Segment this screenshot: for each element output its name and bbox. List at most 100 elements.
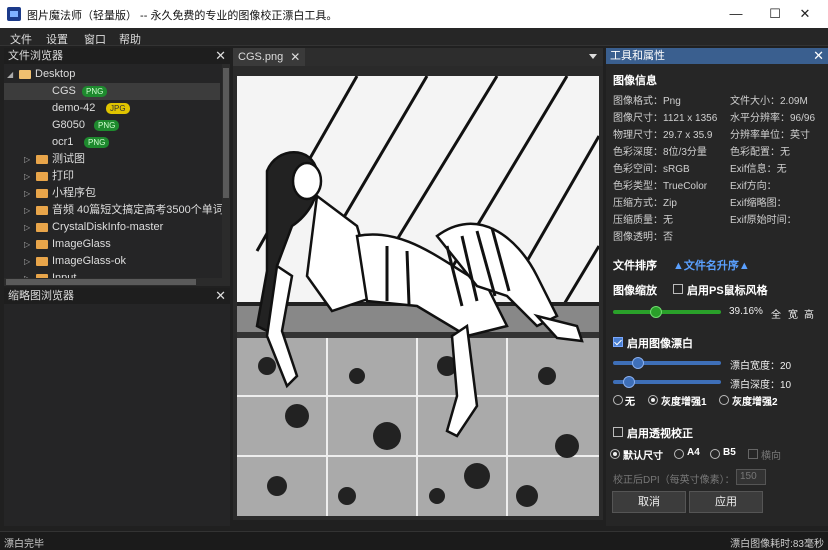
info-resolution: 水平分辨率：96/96 [730,113,816,124]
whiten-depth-label: 漂白深度：10 [730,380,792,391]
whiten-mode-gray1-label: 灰度增强1 [661,397,707,408]
size-a4-radio[interactable] [674,449,684,459]
size-default-radio[interactable] [610,449,620,459]
info-physical-size: 物理尺寸：29.7 x 35.9 [613,130,713,141]
close-icon[interactable]: ✕ [813,48,824,64]
dpi-input[interactable]: 150 [736,469,766,485]
whiten-width-slider[interactable] [613,361,721,365]
zoom-slider[interactable] [613,310,721,314]
close-tab-icon[interactable]: ✕ [290,48,300,66]
whiten-mode-none-label: 无 [625,397,635,408]
zoom-slider-thumb[interactable] [650,306,663,318]
whiten-mode-gray2-radio[interactable] [719,395,729,405]
enable-whiten-checkbox[interactable] [613,337,623,347]
file-browser-panel: 文件浏览器 ✕ ◢ Desktop CGS PNG demo-42 JPG G8… [4,48,230,286]
tree-folder[interactable]: ▷ 打印 [4,168,220,185]
chevron-right-icon[interactable]: ▷ [24,270,30,278]
title-bar: 图片魔法师（轻量版） -- 永久免费的专业的图像校正漂白工具。 — ☐ ✕ [0,0,828,28]
folder-icon [36,172,48,181]
tree-label: CrystalDiskInfo-master [52,221,164,233]
status-message: 漂白完毕 [4,539,44,550]
chevron-right-icon[interactable]: ▷ [24,151,30,168]
menu-settings[interactable]: 设置 [46,31,68,47]
file-name: ocr1 [52,136,74,148]
menu-window[interactable]: 窗口 [84,31,106,47]
file-name: demo-42 [52,102,96,114]
zoom-fit-full[interactable]: 全 [771,306,781,321]
size-b5-radio[interactable] [710,449,720,459]
folder-icon [36,240,48,249]
close-window-button[interactable]: ✕ [782,0,828,28]
chevron-right-icon[interactable]: ▷ [24,168,30,185]
sort-order-link[interactable]: ▲文件名升序▲ [673,257,750,273]
tree-folder[interactable]: ▷ Input [4,270,220,278]
tree-label: ImageGlass [52,238,111,250]
zoom-fit-width[interactable]: 宽 [788,306,798,321]
tree-file-cgs[interactable]: CGS PNG [4,83,220,100]
whiten-width-thumb[interactable] [632,357,645,369]
whitened-image [237,76,599,516]
scrollbar-thumb[interactable] [6,279,196,285]
chevron-right-icon[interactable]: ▷ [24,236,30,253]
zoom-fit-height[interactable]: 高 [804,306,814,321]
tab-list-dropdown-icon[interactable] [589,54,597,59]
info-resolution-unit: 分辨率单位：英寸 [730,130,810,141]
menu-bar: 文件 设置 窗口 帮助 [0,28,828,46]
menu-file[interactable]: 文件 [10,31,32,47]
properties-header: 工具和属性 ✕ [606,48,828,64]
image-canvas[interactable] [233,66,603,520]
tree-folder[interactable]: ▷ ImageGlass-ok [4,253,220,270]
cancel-button[interactable]: 取消 [612,491,686,513]
image-preview[interactable] [237,76,599,516]
tree-file-demo42[interactable]: demo-42 JPG [4,100,220,117]
tree-label: 音频 40篇短文搞定高考3500个单词 [52,204,224,216]
scrollbar-thumb[interactable] [223,68,229,198]
whiten-mode-none-radio[interactable] [613,395,623,405]
whiten-mode-gray1-radio[interactable] [648,395,658,405]
whiten-depth-thumb[interactable] [622,376,635,388]
info-exif: Exif信息：无 [730,164,787,175]
chevron-right-icon[interactable]: ▷ [24,202,30,219]
close-icon[interactable]: ✕ [215,48,226,64]
ps-mouse-checkbox[interactable] [673,284,683,294]
tree-file-ocr1[interactable]: ocr1 PNG [4,134,220,151]
info-pixel-size: 图像尺寸：1121 x 1356 [613,113,718,124]
info-color-type: 色彩类型：TrueColor [613,181,708,192]
info-exif-thumbnail: Exif缩略图： [730,198,787,209]
tree-root-desktop[interactable]: ◢ Desktop [4,66,220,83]
ps-mouse-label: 启用PS鼠标风格 [687,285,768,297]
chevron-right-icon[interactable]: ▷ [24,185,30,202]
file-name: CGS [52,85,76,97]
vertical-scrollbar[interactable] [222,64,230,286]
chevron-down-icon[interactable]: ◢ [7,66,13,83]
file-browser-title: 文件浏览器 [8,50,63,62]
close-icon[interactable]: ✕ [215,288,226,304]
info-exif-orientation: Exif方向： [730,181,777,192]
file-type-badge: PNG [84,137,110,148]
chevron-right-icon[interactable]: ▷ [24,219,30,236]
apply-button[interactable]: 应用 [689,491,763,513]
dpi-label: 校正后DPI（每英寸像素）： [613,475,735,486]
file-type-badge: PNG [82,86,108,97]
status-bar: 漂白完毕 漂白图像耗时:83毫秒 [0,531,828,550]
tools-properties-panel: 工具和属性 ✕ 图像信息 图像格式：Png 图像尺寸：1121 x 1356 物… [606,48,828,526]
tree-label: Input [52,272,77,278]
chevron-right-icon[interactable]: ▷ [24,253,30,270]
size-default-label: 默认尺寸 [623,451,663,462]
enable-perspective-checkbox[interactable] [613,427,623,437]
tree-folder[interactable]: ▷ ImageGlass [4,236,220,253]
tree-file-g8050[interactable]: G8050 PNG [4,117,220,134]
tree-folder[interactable]: ▷ 音频 40篇短文搞定高考3500个单词 [4,202,224,219]
landscape-checkbox[interactable] [748,449,758,459]
tree-folder[interactable]: ▷ CrystalDiskInfo-master [4,219,220,236]
tree-folder[interactable]: ▷ 小程序包 [4,185,220,202]
tree-folder[interactable]: ▷ 测试图 [4,151,220,168]
file-type-badge: PNG [94,120,120,131]
tab-cgs-png[interactable]: CGS.png ✕ [233,48,306,66]
folder-icon [36,223,48,232]
info-color-profile: 色彩配置：无 [730,147,790,158]
menu-help[interactable]: 帮助 [119,31,141,47]
folder-icon [36,189,48,198]
horizontal-scrollbar[interactable] [4,278,222,286]
document-tab-strip: CGS.png ✕ [233,48,603,66]
